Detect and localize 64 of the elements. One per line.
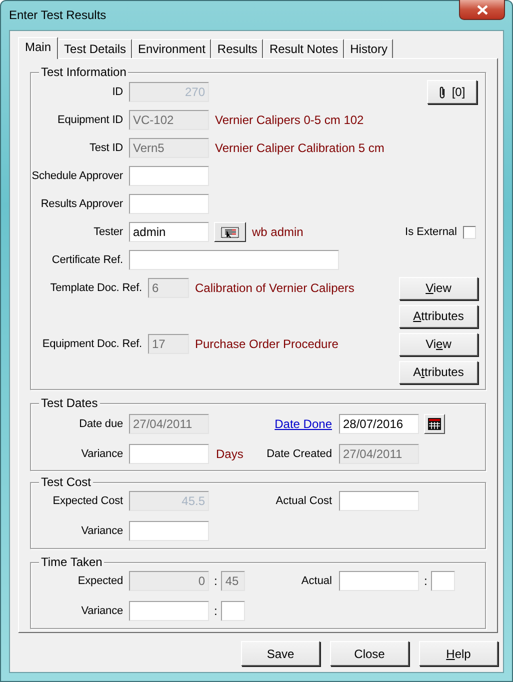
- field-label: ID: [111, 86, 124, 98]
- field-label: Equipment Doc. Ref.: [41, 338, 143, 350]
- group-title: Test Dates: [39, 396, 100, 410]
- close-button[interactable]: [459, 0, 505, 20]
- field-label: Template Doc. Ref.: [49, 282, 143, 294]
- tab[interactable]: History: [344, 39, 394, 58]
- unit-label: Days: [216, 447, 244, 461]
- field-label: Date Created: [266, 448, 332, 460]
- attachment-button[interactable]: [0]: [427, 80, 477, 104]
- minutes-field[interactable]: [221, 601, 246, 621]
- field-label: Test ID: [88, 142, 124, 154]
- field-label: Variance: [80, 605, 124, 617]
- description-text: wb admin: [252, 225, 304, 239]
- group-title: Time Taken: [39, 555, 104, 569]
- close-icon: [476, 4, 488, 14]
- dialog-button[interactable]: Close: [330, 641, 409, 666]
- text-field[interactable]: [129, 444, 209, 464]
- tab[interactable]: Results: [211, 39, 264, 58]
- tab[interactable]: Test Details: [58, 39, 132, 58]
- description-text: Calibration of Vernier Calipers: [195, 281, 354, 295]
- tab[interactable]: Result Notes: [263, 39, 344, 58]
- text-field[interactable]: [339, 491, 419, 511]
- dialog-button[interactable]: Save: [241, 641, 320, 666]
- hours-field[interactable]: [339, 571, 419, 591]
- description-text: Vernier Calipers 0-5 cm 102: [215, 113, 364, 127]
- minutes-field[interactable]: [431, 571, 456, 591]
- group-title: Test Information: [39, 65, 128, 79]
- field-label: Results Approver: [40, 198, 124, 210]
- tab[interactable]: Main: [18, 37, 58, 59]
- text-field[interactable]: [129, 250, 339, 270]
- list-icon: [221, 226, 239, 238]
- field-label: Actual Cost: [276, 495, 332, 507]
- paperclip-icon: [438, 86, 446, 98]
- text-field[interactable]: [129, 166, 209, 186]
- field-label: Variance: [80, 448, 124, 460]
- time-separator: :: [214, 574, 218, 588]
- date-done-link[interactable]: Date Done: [274, 417, 332, 431]
- time-separator: :: [424, 574, 428, 588]
- date-field[interactable]: 28/07/2016: [339, 414, 419, 434]
- field-label: Variance: [80, 525, 124, 537]
- description-text: Purchase Order Procedure: [195, 337, 338, 351]
- field-label: Equipment ID: [56, 114, 124, 126]
- window-title: Enter Test Results: [9, 8, 106, 22]
- hours-field[interactable]: [129, 601, 209, 621]
- checkbox[interactable]: [463, 226, 476, 238]
- field-label: Date due: [78, 418, 124, 430]
- text-field[interactable]: [129, 521, 209, 541]
- field-label: Expected Cost: [52, 495, 124, 507]
- field-label: Expected: [76, 575, 124, 587]
- tab[interactable]: Environment: [132, 39, 212, 58]
- description-text: Vernier Caliper Calibration 5 cm: [215, 141, 384, 155]
- time-separator: :: [214, 604, 218, 618]
- group-title: Test Cost: [39, 475, 94, 489]
- dialog-button[interactable]: Help: [419, 641, 498, 666]
- calendar-icon: [428, 418, 441, 430]
- text-field[interactable]: [129, 194, 209, 214]
- field-label: Actual: [301, 575, 332, 587]
- calendar-button[interactable]: [424, 414, 445, 434]
- checkbox-label: Is External: [405, 226, 457, 238]
- browse-button[interactable]: [214, 222, 246, 242]
- field-label: Certificate Ref.: [50, 254, 124, 266]
- field-label: Schedule Approver: [31, 170, 124, 182]
- field-label: Tester: [92, 226, 124, 238]
- text-field[interactable]: admin: [129, 222, 209, 242]
